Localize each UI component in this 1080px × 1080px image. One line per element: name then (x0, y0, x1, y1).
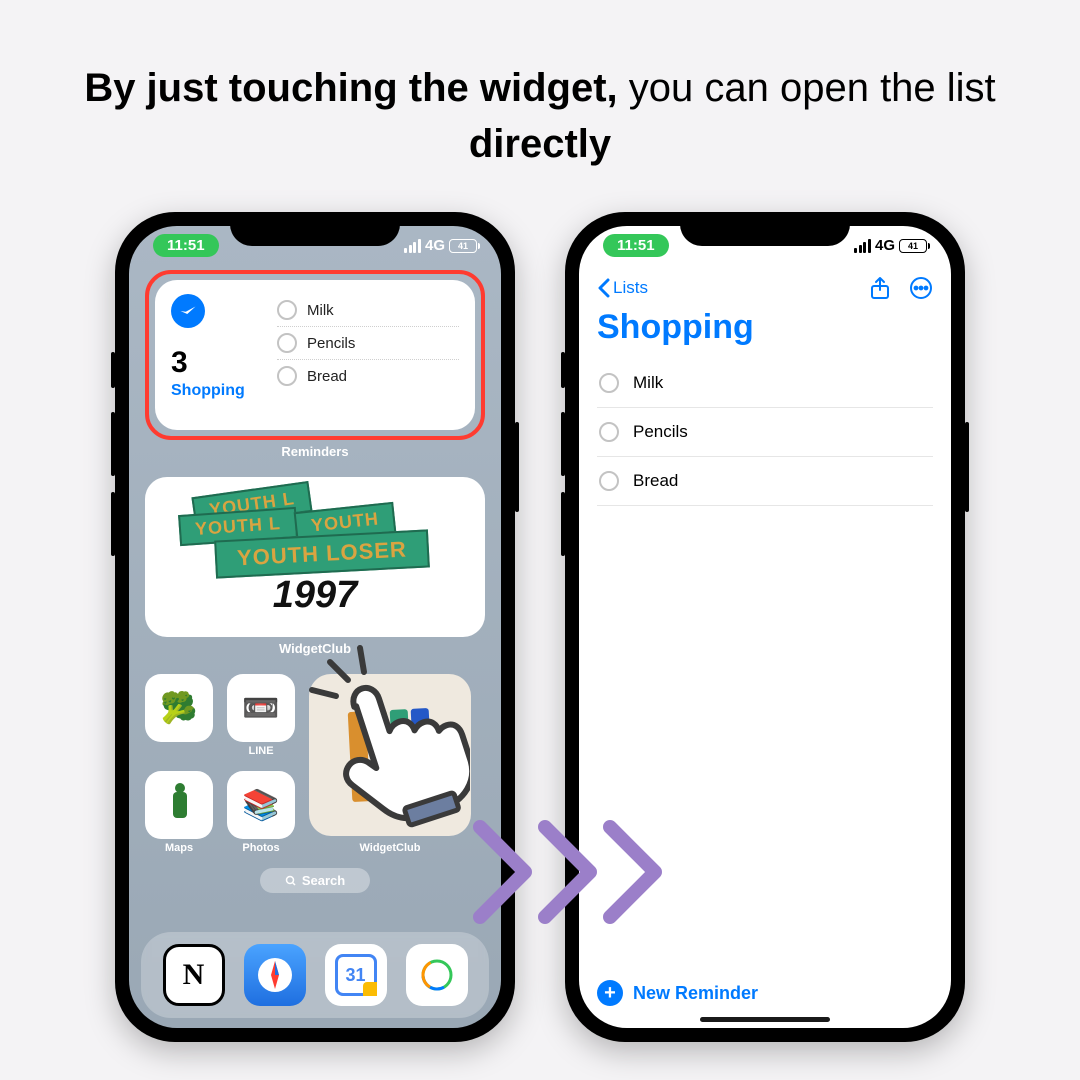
back-button[interactable]: Lists (597, 278, 648, 298)
dock-app-chatgpt[interactable] (406, 944, 468, 1006)
chevron-left-icon (597, 278, 611, 298)
list-title: Shopping (597, 308, 933, 347)
status-bar: 11:51 4G 41 (579, 234, 951, 257)
status-time: 11:51 (153, 234, 219, 257)
checkbox-icon[interactable] (599, 471, 619, 491)
compass-icon (255, 955, 295, 995)
transition-arrows-icon (470, 812, 670, 932)
widget-label: WidgetClub (309, 842, 471, 854)
widget-item[interactable]: Pencils (277, 326, 459, 359)
app-icon[interactable]: 📼 (227, 674, 295, 742)
dock-app-safari[interactable] (244, 944, 306, 1006)
list-icon (171, 294, 205, 328)
home-indicator[interactable] (700, 1017, 830, 1022)
search-icon (285, 875, 297, 887)
reminder-item[interactable]: Pencils (597, 408, 933, 457)
checkbox-icon[interactable] (599, 373, 619, 393)
widget-list-name: Shopping (171, 382, 263, 400)
signal-icon (404, 239, 421, 253)
app-icon[interactable] (145, 771, 213, 839)
phone-home: 11:51 4G 41 3 Shopp (115, 212, 515, 1042)
checkbox-icon[interactable] (277, 333, 297, 353)
reminder-item[interactable]: Bread (597, 457, 933, 506)
battery-icon: 41 (899, 239, 927, 253)
widgetclub-medium[interactable] (309, 674, 471, 836)
yl-year: 1997 (273, 574, 358, 617)
network-label: 4G (875, 237, 895, 254)
dock: N 31 (141, 932, 489, 1018)
cassette-stack-icon (347, 708, 433, 802)
share-icon[interactable] (869, 276, 891, 300)
checkbox-icon[interactable] (599, 422, 619, 442)
app-label: Photos (227, 842, 295, 854)
app-label: Maps (145, 842, 213, 854)
widget-label: WidgetClub (145, 641, 485, 656)
widget-item[interactable]: Milk (277, 294, 459, 326)
soldier-icon (165, 783, 193, 827)
checkbox-icon[interactable] (277, 366, 297, 386)
widget-app-label: Reminders (145, 444, 485, 459)
search-button[interactable]: Search (260, 868, 370, 893)
battery-icon: 41 (449, 239, 477, 253)
more-icon[interactable] (909, 276, 933, 300)
signal-icon (854, 239, 871, 253)
reminders-widget[interactable]: 3 Shopping Milk Pencils Bread (155, 280, 475, 430)
dock-app-notion[interactable]: N (163, 944, 225, 1006)
app-label: LINE (227, 745, 295, 757)
status-bar: 11:51 4G 41 (129, 234, 501, 257)
reminder-item[interactable]: Milk (597, 359, 933, 408)
app-icon[interactable]: 📚 (227, 771, 295, 839)
widget-count: 3 (171, 346, 263, 380)
dock-app-calendar[interactable]: 31 (325, 944, 387, 1006)
youthloser-widget[interactable]: YOUTH L YOUTH L YOUTH YOUTH LOSER 1997 (145, 477, 485, 637)
checkbox-icon[interactable] (277, 300, 297, 320)
new-reminder-button[interactable]: + New Reminder (597, 980, 758, 1006)
widget-item[interactable]: Bread (277, 359, 459, 392)
app-icon[interactable]: 🥦 (145, 674, 213, 742)
headline: By just touching the widget, you can ope… (0, 0, 1080, 212)
plus-icon: + (597, 980, 623, 1006)
status-time: 11:51 (603, 234, 669, 257)
widget-highlight: 3 Shopping Milk Pencils Bread (145, 270, 485, 440)
knot-icon (417, 955, 457, 995)
network-label: 4G (425, 237, 445, 254)
